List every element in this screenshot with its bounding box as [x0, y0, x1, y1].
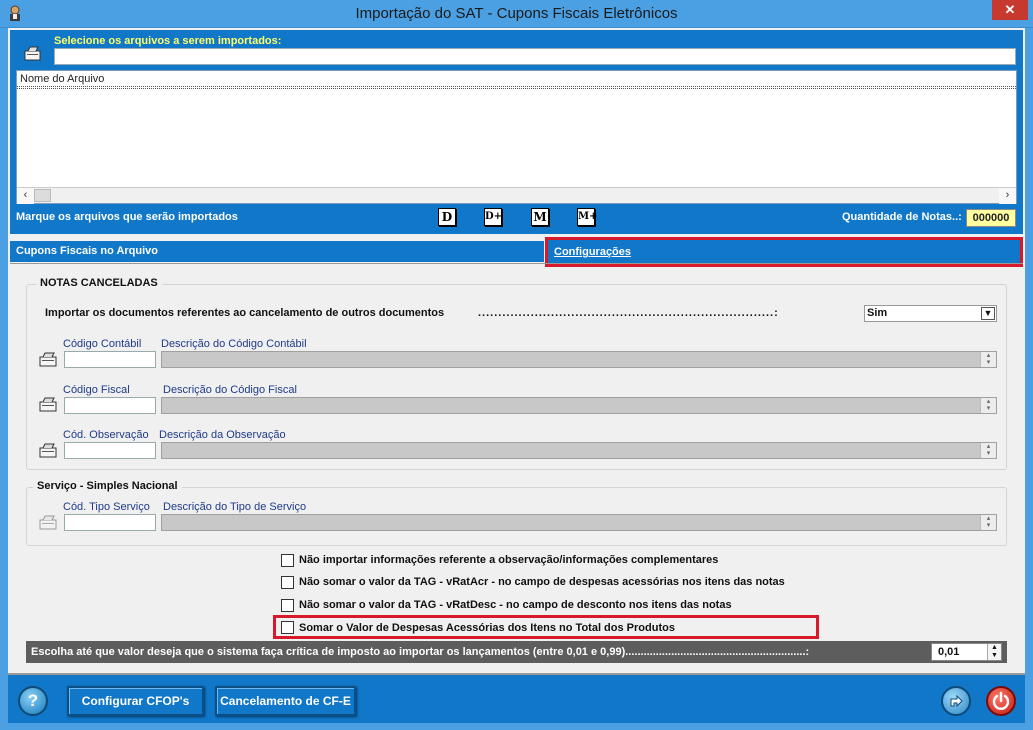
window-frame-left: [0, 28, 8, 730]
window-frame-right: [1025, 28, 1033, 730]
import-cancel-value: Sim: [867, 307, 888, 319]
app-icon: [6, 5, 24, 23]
spin-icon: ▴ ▾: [980, 398, 996, 413]
descricao-observacao-label: Descrição da Observação: [159, 429, 286, 441]
option-somar-despesas-checkbox[interactable]: [281, 621, 294, 634]
lookup-codigo-contabil-icon[interactable]: [39, 350, 59, 368]
spin-icon: ▴ ▾: [980, 352, 996, 367]
configurar-cfop-button[interactable]: Configurar CFOP's: [67, 686, 204, 716]
lookup-codigo-fiscal-icon[interactable]: [39, 395, 59, 413]
folder-browse-icon[interactable]: [24, 45, 42, 61]
import-cancel-dots: ........................................…: [478, 307, 779, 319]
file-list-header[interactable]: Nome do Arquivo: [17, 71, 1016, 87]
quantity-label: Quantidade de Notas..:: [842, 211, 962, 223]
share-icon[interactable]: [941, 686, 971, 716]
spin-updown-icon[interactable]: ▲ ▼: [987, 644, 1001, 660]
lookup-tipo-servico-icon: [39, 513, 59, 531]
scroll-right-icon[interactable]: ›: [999, 188, 1016, 204]
option-vratdesc-label[interactable]: Não somar o valor da TAG - vRatDesc - no…: [299, 599, 732, 611]
file-path-input[interactable]: [54, 48, 1016, 65]
window-frame-bottom: [0, 723, 1033, 730]
descricao-codigo-contabil-input: ▴ ▾: [161, 351, 997, 368]
descricao-observacao-input: ▴ ▾: [161, 442, 997, 459]
descricao-codigo-fiscal-input: ▴ ▾: [161, 397, 997, 414]
notas-canceladas-title: NOTAS CANCELADAS: [36, 277, 162, 289]
window-title: Importação do SAT - Cupons Fiscais Eletr…: [355, 5, 678, 22]
tab-configuracoes-label: Configurações: [554, 246, 632, 258]
horizontal-scrollbar[interactable]: ‹ ›: [17, 187, 1016, 204]
import-cancel-label: Importar os documentos referentes ao can…: [45, 307, 445, 319]
descricao-tipo-servico-input: ▴ ▾: [161, 514, 997, 531]
descricao-tipo-servico-label: Descrição do Tipo de Serviço: [163, 501, 307, 513]
option-vratdesc-checkbox[interactable]: [281, 599, 294, 612]
codigo-contabil-input[interactable]: [64, 351, 156, 368]
file-list[interactable]: Nome do Arquivo ‹ ›: [16, 70, 1017, 204]
mark-d-button[interactable]: D: [438, 208, 456, 226]
help-icon[interactable]: ?: [18, 686, 48, 716]
cod-tipo-servico-input[interactable]: [64, 514, 156, 531]
cancelamento-cfe-button[interactable]: Cancelamento de CF-E: [215, 686, 356, 716]
mark-m-button[interactable]: M: [531, 208, 549, 226]
option-somar-despesas-label[interactable]: Somar o Valor de Despesas Acessórias dos…: [299, 622, 675, 634]
spin-icon: ▴ ▾: [980, 515, 996, 530]
descricao-codigo-fiscal-label: Descrição do Código Fiscal: [163, 384, 297, 396]
lookup-observacao-icon[interactable]: [39, 441, 59, 459]
close-button[interactable]: ✕: [992, 0, 1028, 20]
mark-d-plus-button[interactable]: D+: [484, 208, 502, 226]
cod-observacao-input[interactable]: [64, 442, 156, 459]
quantity-value: 000000: [966, 209, 1016, 227]
mark-m-plus-button[interactable]: M+: [577, 208, 597, 226]
scroll-thumb[interactable]: [34, 189, 51, 202]
mark-files-label: Marque os arquivos que serão importados: [16, 211, 238, 223]
option-nao-importar-observacao-label[interactable]: Não importar informações referente a obs…: [299, 554, 718, 566]
codigo-contabil-label: Código Contábil: [63, 338, 142, 350]
chevron-down-icon[interactable]: ▼: [981, 307, 995, 320]
cod-observacao-label: Cód. Observação: [63, 429, 149, 441]
scroll-left-icon[interactable]: ‹: [17, 188, 34, 204]
descricao-codigo-contabil-label: Descrição do Código Contábil: [161, 338, 307, 350]
power-icon[interactable]: [986, 686, 1016, 716]
import-cancel-select[interactable]: Sim ▼: [864, 305, 997, 322]
servico-title: Serviço - Simples Nacional: [33, 480, 182, 492]
cod-tipo-servico-label: Cód. Tipo Serviço: [63, 501, 150, 513]
spin-icon: ▴ ▾: [980, 443, 996, 458]
tab-separator: [10, 263, 1023, 264]
codigo-fiscal-input[interactable]: [64, 397, 156, 414]
critic-label: Escolha até que valor deseja que o siste…: [31, 646, 810, 658]
option-vratacr-label[interactable]: Não somar o valor da TAG - vRatAcr - no …: [299, 576, 785, 588]
critic-value-input[interactable]: 0,01 ▲ ▼: [931, 643, 1002, 661]
option-nao-importar-observacao-checkbox[interactable]: [281, 554, 294, 567]
tab-cupons-fiscais[interactable]: Cupons Fiscais no Arquivo: [10, 241, 544, 262]
file-list-row-separator: [17, 87, 1016, 89]
import-select-label: Selecione os arquivos a serem importados…: [54, 35, 282, 47]
option-vratacr-checkbox[interactable]: [281, 576, 294, 589]
critic-value: 0,01: [938, 646, 960, 658]
codigo-fiscal-label: Código Fiscal: [63, 384, 130, 396]
